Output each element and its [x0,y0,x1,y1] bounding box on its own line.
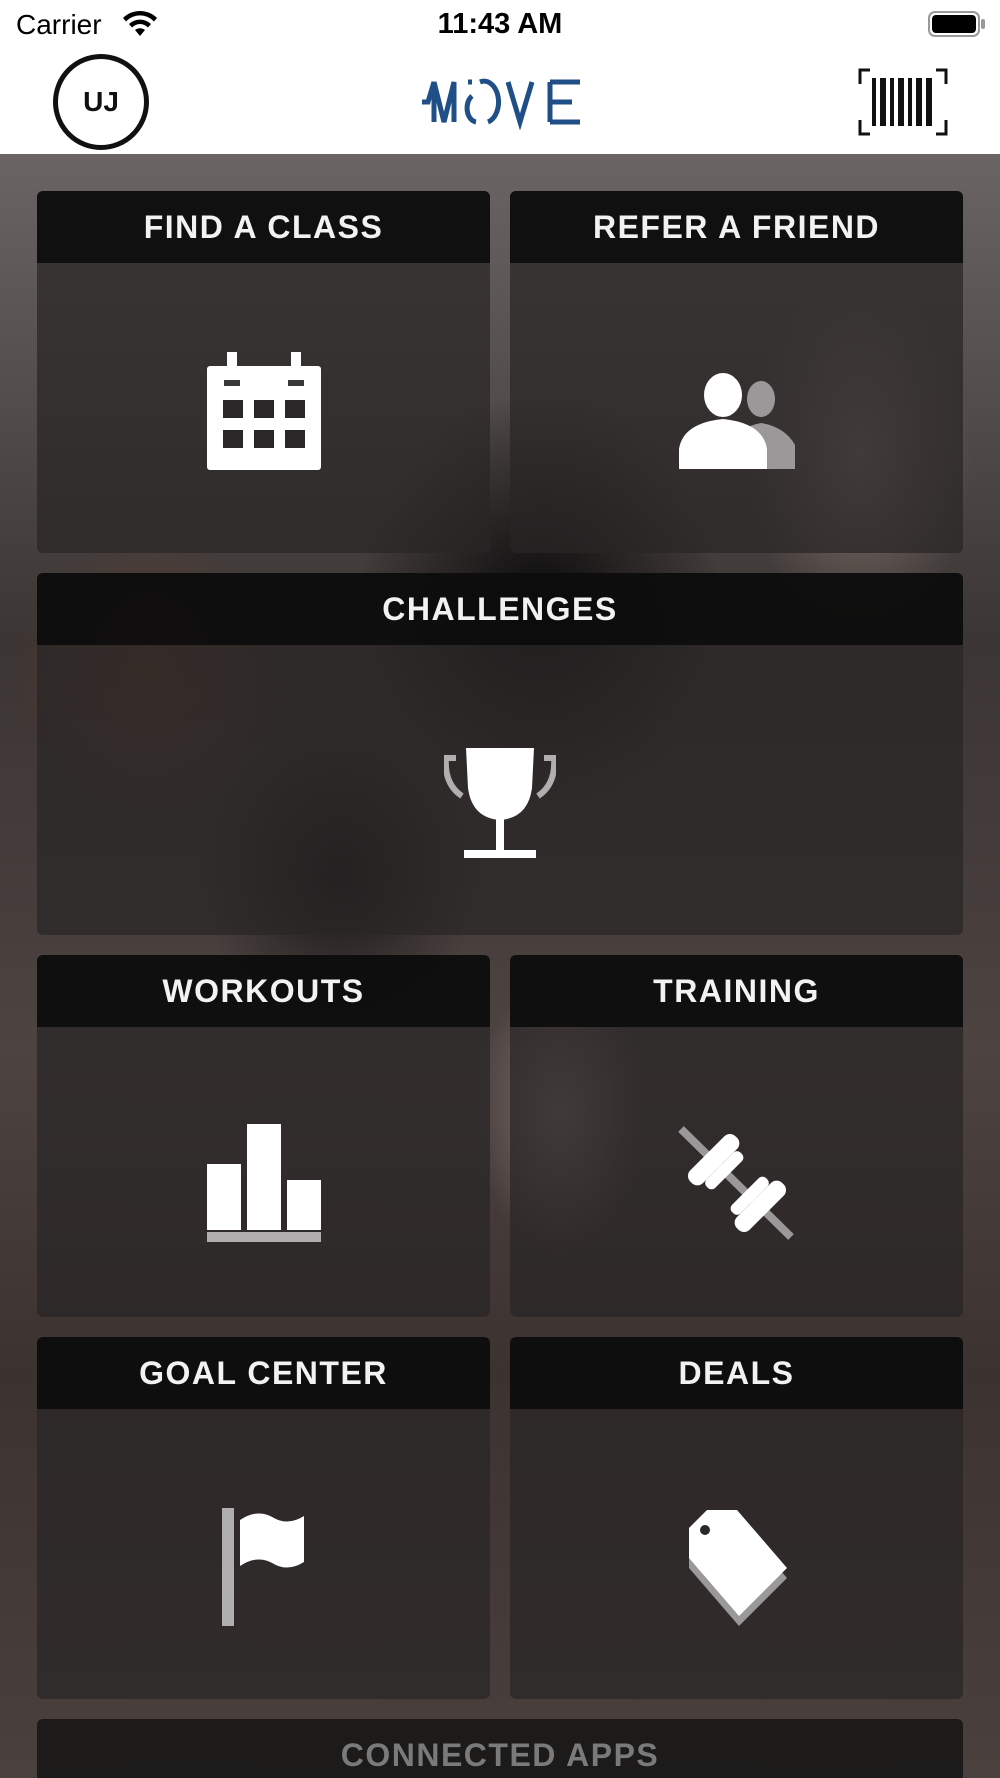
goal-center-tile[interactable]: GOAL CENTER [37,1337,490,1699]
flag-icon [194,1497,334,1637]
workouts-tile[interactable]: WORKOUTS [37,955,490,1317]
training-tile[interactable]: TRAINING [510,955,963,1317]
clock: 11:43 AM [437,8,563,40]
avatar-initials: UJ [83,86,119,117]
tile-title: REFER A FRIEND [510,191,963,263]
tile-title: DEALS [510,1337,963,1409]
dumbbell-icon [667,1113,807,1253]
trophy-icon [430,733,570,873]
avatar[interactable]: UJ [53,54,149,150]
dashboard-grid: FIND A CLASS REFER A FRIEND CHALLENGES W… [0,154,1000,1778]
move-logo-icon [422,78,580,130]
tile-title: CHALLENGES [37,573,963,645]
deals-tile[interactable]: DEALS [510,1337,963,1699]
tile-title: TRAINING [510,955,963,1027]
refer-a-friend-tile[interactable]: REFER A FRIEND [510,191,963,553]
find-a-class-tile[interactable]: FIND A CLASS [37,191,490,553]
barcode-icon[interactable] [858,68,948,136]
bar-chart-icon [194,1113,334,1253]
tag-icon [667,1497,807,1637]
connected-apps-tile[interactable]: CONNECTED APPS [37,1719,963,1778]
tile-title: FIND A CLASS [37,191,490,263]
people-icon [667,351,807,491]
tile-title: GOAL CENTER [37,1337,490,1409]
battery-icon [928,11,985,37]
challenges-tile[interactable]: CHALLENGES [37,573,963,935]
status-bar: Carrier 11:43 AM [0,0,1000,52]
tile-title: WORKOUTS [37,955,490,1027]
tile-title: CONNECTED APPS [37,1719,963,1778]
calendar-icon [194,341,334,481]
app-logo [410,74,600,130]
app-header: UJ [0,52,1000,154]
